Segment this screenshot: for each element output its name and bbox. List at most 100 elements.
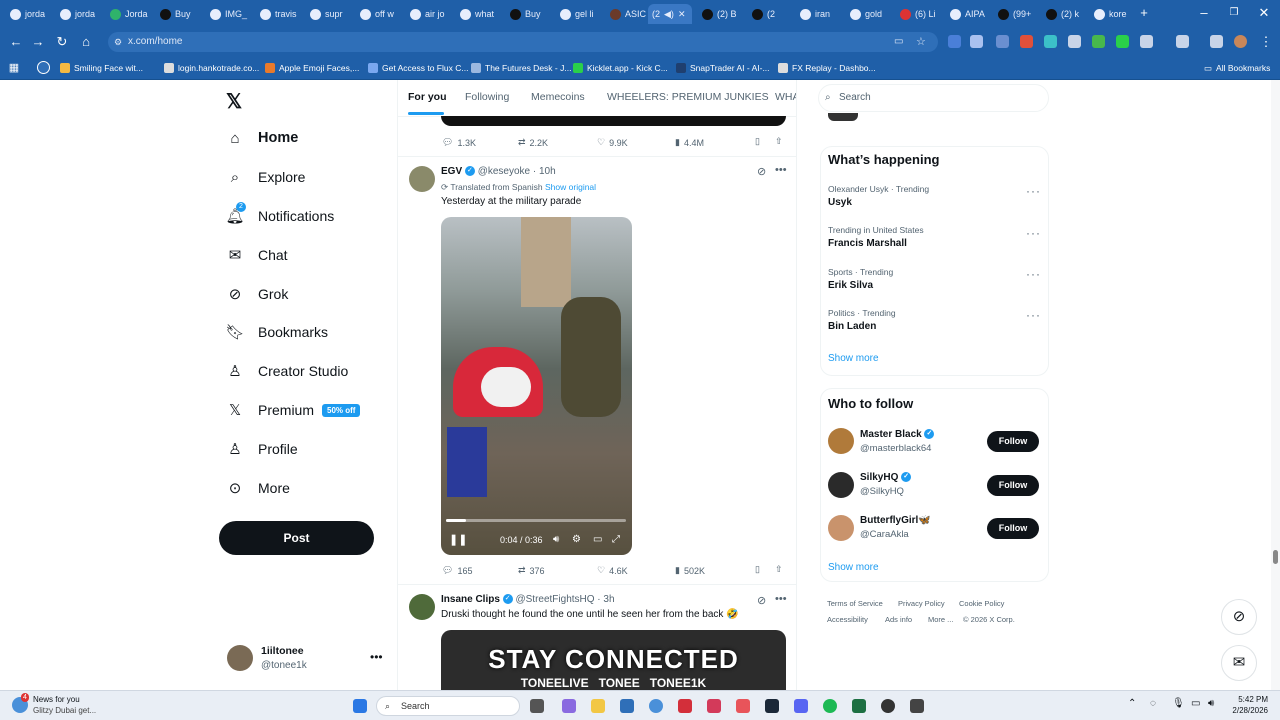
like-button[interactable]: ♡ 4.6K — [597, 565, 628, 576]
post-author-name[interactable]: Insane Clips — [441, 594, 500, 605]
steam-icon[interactable] — [765, 699, 779, 713]
nav-creator-studio[interactable]: ♙ Creator Studio — [226, 356, 348, 386]
grok-post-icon[interactable]: ⊘ — [757, 594, 766, 607]
footer-accessibility-link[interactable]: Accessibility — [827, 615, 868, 624]
video-progress-track[interactable] — [446, 519, 626, 522]
bookmark-post-button[interactable]: ▯ — [755, 136, 760, 147]
browser-tab[interactable]: kore — [1090, 4, 1136, 24]
trend-more-icon[interactable]: ··· — [1026, 226, 1041, 240]
url-bar[interactable]: ⚙ x.com/home ▭ ☆ — [108, 32, 938, 52]
install-app-icon[interactable]: ▭ — [894, 32, 903, 52]
bookmark-item[interactable]: FX Replay - Dashbo... — [778, 61, 876, 75]
account-avatar[interactable] — [227, 645, 253, 671]
nav-bookmarks[interactable]: 🔖︎ Bookmarks — [225, 317, 328, 347]
repost-button[interactable]: ⇄ 376 — [518, 565, 545, 576]
tab-wheelers[interactable]: WHEELERS: PREMIUM JUNKIES — [607, 91, 769, 103]
footer-terms-link[interactable]: Terms of Service — [827, 599, 883, 608]
trends-show-more-link[interactable]: Show more — [828, 353, 879, 364]
new-tab-button[interactable]: + — [1136, 5, 1152, 21]
post-author-handle[interactable]: @keseyoke · 10h — [478, 166, 556, 177]
browser-tab[interactable]: iran — [796, 4, 842, 24]
follow-button[interactable]: Follow — [987, 518, 1039, 539]
extension-icon[interactable] — [996, 35, 1009, 48]
nav-explore[interactable]: ⌕ Explore — [226, 162, 306, 192]
follow-show-more-link[interactable]: Show more — [828, 562, 879, 573]
extension-icon[interactable] — [948, 35, 961, 48]
app-icon[interactable] — [881, 699, 895, 713]
volume-icon[interactable]: 🔊︎ — [553, 534, 559, 545]
file-explorer-icon[interactable] — [591, 699, 605, 713]
acrobat-icon[interactable] — [678, 699, 692, 713]
account-menu-icon[interactable]: ••• — [370, 650, 383, 664]
discord-icon[interactable] — [794, 699, 808, 713]
views-button[interactable]: ▮ 502K — [675, 565, 705, 576]
suggestion-name[interactable]: Master Black ✓ — [860, 429, 935, 440]
post-media[interactable]: STAY CONNECTED TONEELIVE TONEE TONEE1K — [441, 630, 786, 690]
post-avatar[interactable] — [409, 594, 435, 620]
x-logo-icon[interactable]: 𝕏 — [226, 89, 242, 114]
task-view-icon[interactable] — [530, 699, 544, 713]
follow-button[interactable]: Follow — [987, 431, 1039, 452]
app-icon[interactable] — [910, 699, 924, 713]
like-button[interactable]: ♡ 9.9K — [597, 137, 628, 148]
footer-more-link[interactable]: More ... — [928, 615, 953, 624]
browser-tab[interactable]: (2 — [748, 4, 794, 24]
back-button[interactable]: ← — [8, 34, 24, 50]
trend-name[interactable]: Bin Laden — [828, 321, 876, 332]
nav-premium[interactable]: 𝕏 Premium 50% off — [226, 395, 361, 425]
browser-tab[interactable]: ASIC — [606, 4, 652, 24]
bookmark-item[interactable]: Get Access to Flux C... — [368, 61, 468, 75]
extension-icon[interactable] — [970, 35, 983, 48]
suggestion-avatar[interactable] — [828, 428, 854, 454]
microphone-icon[interactable]: 🎙︎ — [1172, 698, 1185, 709]
extension-icon[interactable] — [1044, 35, 1057, 48]
browser-tab[interactable]: (2) k — [1042, 4, 1088, 24]
reply-button[interactable]: 💬︎ 1.3K — [442, 137, 476, 148]
post-avatar[interactable] — [409, 166, 435, 192]
media-controls-icon[interactable] — [1210, 35, 1223, 48]
browser-tab[interactable]: IMG_ — [206, 4, 252, 24]
excel-icon[interactable] — [852, 699, 866, 713]
fullscreen-icon[interactable]: ⤢ — [612, 534, 620, 545]
post-video[interactable]: ❚❚ 0:04 / 0:36 🔊︎ ⚙ ▭ ⤢ — [441, 217, 632, 555]
suggestion-avatar[interactable] — [828, 472, 854, 498]
trend-name[interactable]: Erik Silva — [828, 280, 873, 291]
browser-tab[interactable]: gold — [846, 4, 892, 24]
browser-tab[interactable]: Jorda — [106, 4, 152, 24]
app-icon[interactable] — [736, 699, 750, 713]
bookmark-item[interactable]: login.hankotrade.co... — [164, 61, 259, 75]
share-button[interactable]: ⇧ — [775, 564, 783, 575]
footer-ads-link[interactable]: Ads info — [885, 615, 912, 624]
grok-post-icon[interactable]: ⊘ — [757, 165, 766, 178]
suggestion-name[interactable]: ButterflyGirl🦋 — [860, 515, 931, 526]
extension-icon[interactable] — [1020, 35, 1033, 48]
extension-icon[interactable] — [1116, 35, 1129, 48]
bookmark-star-icon[interactable]: ☆ — [916, 32, 926, 52]
messages-float-button[interactable]: ✉ — [1221, 645, 1257, 681]
network-icon[interactable]: ◌ — [1150, 698, 1156, 709]
windows-start-icon[interactable] — [353, 699, 367, 713]
spotify-icon[interactable] — [823, 699, 837, 713]
follow-button[interactable]: Follow — [987, 475, 1039, 496]
post-author-name[interactable]: EGV — [441, 166, 462, 177]
scrollbar-thumb[interactable] — [1273, 550, 1278, 564]
bookmark-item[interactable]: SnapTrader AI - AI-... — [676, 61, 770, 75]
trend-more-icon[interactable]: ··· — [1026, 267, 1041, 281]
views-button[interactable]: ▮ 4.4M — [675, 137, 704, 148]
picture-in-picture-icon[interactable]: ▭ — [593, 534, 602, 545]
nav-more[interactable]: ⊙ More — [226, 473, 290, 503]
post-author-handle[interactable]: @StreetFightsHQ · 3h — [515, 594, 614, 605]
trend-more-icon[interactable]: ··· — [1026, 184, 1041, 198]
chrome-icon[interactable] — [37, 61, 50, 74]
extension-icon[interactable] — [1068, 35, 1081, 48]
post-more-icon[interactable]: ••• — [775, 593, 787, 605]
taskbar-search[interactable]: ⌕ Search — [376, 696, 520, 716]
trend-name[interactable]: Francis Marshall — [828, 238, 907, 249]
browser-tab[interactable]: off w — [356, 4, 402, 24]
footer-privacy-link[interactable]: Privacy Policy — [898, 599, 945, 608]
tab-for-you[interactable]: For you — [408, 91, 447, 103]
bookmark-item[interactable]: The Futures Desk - J... — [471, 61, 571, 75]
display-icon[interactable]: ▭ — [1191, 698, 1200, 709]
share-button[interactable]: ⇧ — [775, 136, 783, 147]
nav-chat[interactable]: ✉ Chat — [226, 240, 288, 270]
